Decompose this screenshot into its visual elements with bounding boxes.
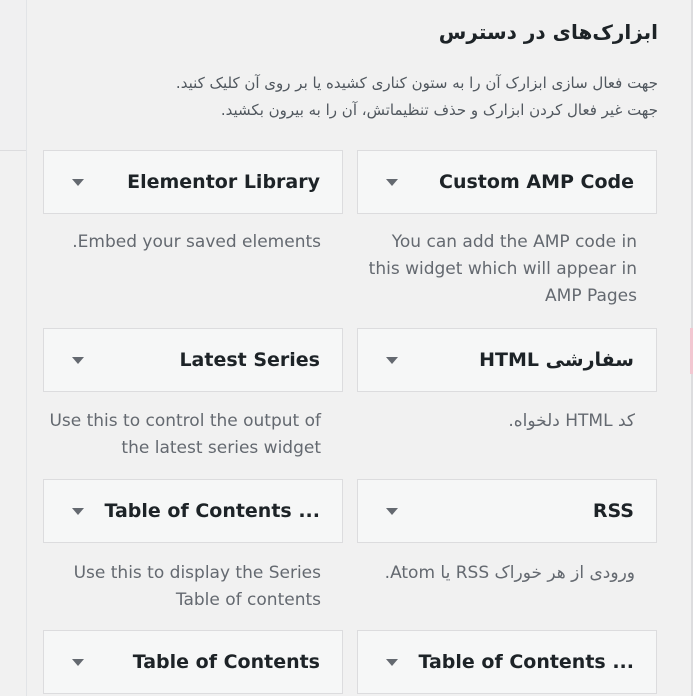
- widget-table-of-contents[interactable]: Table of Contents: [43, 630, 343, 694]
- widget-rss[interactable]: RSS: [357, 479, 657, 543]
- widget-title: Latest Series: [179, 349, 320, 371]
- widget-title: Custom AMP Code: [439, 171, 634, 193]
- widget-title: Elementor Library: [127, 171, 320, 193]
- caret-down-icon[interactable]: [386, 659, 398, 666]
- widget-description: Use this to control the output of the la…: [49, 411, 321, 458]
- widget-elementor-library[interactable]: Elementor Library: [43, 150, 343, 214]
- widget-title: HTML سفارشی: [479, 349, 634, 371]
- admin-sidebar-fragment: [0, 0, 26, 150]
- widget-description: ورودی از هر خوراک RSS یا Atom.: [384, 563, 635, 583]
- widget-series-toc[interactable]: Table of Contents ...: [43, 479, 343, 543]
- caret-down-icon[interactable]: [72, 179, 84, 186]
- caret-down-icon[interactable]: [386, 179, 398, 186]
- description-line-1: جهت فعال سازی ابزارک آن را به ستون کناری…: [175, 74, 658, 92]
- caret-down-icon[interactable]: [386, 357, 398, 364]
- description-line-2: جهت غیر فعال کردن ابزارک و حذف تنظیماتش،…: [220, 101, 658, 119]
- widget-custom-html[interactable]: HTML سفارشی: [357, 328, 657, 392]
- widget-latest-series[interactable]: Latest Series: [43, 328, 343, 392]
- widget-description: Use this to display the Series Table of …: [73, 563, 321, 610]
- widget-title: Table of Contents ...: [104, 500, 320, 522]
- section-description: جهت فعال سازی ابزارک آن را به ستون کناری…: [58, 70, 658, 124]
- widget-custom-amp-code[interactable]: Custom AMP Code: [357, 150, 657, 214]
- divider: [0, 150, 26, 151]
- widget-title: RSS: [592, 500, 634, 522]
- widget-description: کد HTML دلخواه.: [508, 411, 635, 431]
- caret-down-icon[interactable]: [72, 508, 84, 515]
- caret-down-icon[interactable]: [72, 659, 84, 666]
- caret-down-icon[interactable]: [386, 508, 398, 515]
- widget-table-of-contents-ellipsis[interactable]: Table of Contents ...: [357, 630, 657, 694]
- widget-description: .Embed your saved elements: [72, 232, 321, 252]
- widget-title: Table of Contents ...: [418, 651, 634, 673]
- widget-title: Table of Contents: [132, 651, 320, 673]
- widget-description: You can add the AMP code in this widget …: [368, 232, 637, 306]
- caret-down-icon[interactable]: [72, 357, 84, 364]
- section-title: ابزارک‌های در دسترس: [438, 20, 658, 44]
